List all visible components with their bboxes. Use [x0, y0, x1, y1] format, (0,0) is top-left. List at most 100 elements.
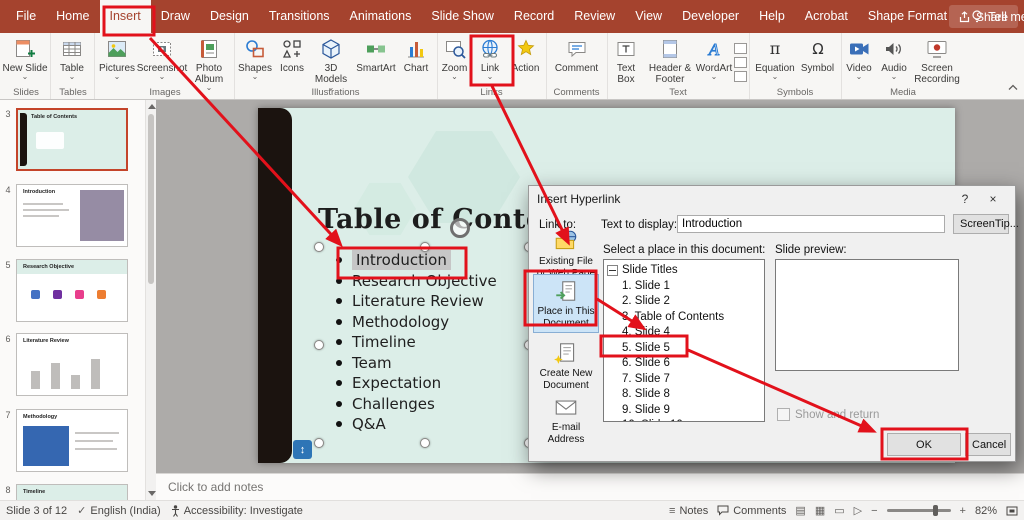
fit-to-window-button[interactable] — [1006, 505, 1018, 517]
tab-help[interactable]: Help — [749, 0, 795, 33]
selection-handle[interactable] — [420, 438, 430, 448]
selection-handle[interactable] — [314, 340, 324, 350]
wordart-button[interactable]: A WordArt — [695, 37, 733, 80]
option-create-new-document[interactable]: Create New Document — [533, 336, 599, 395]
tree-item-slide-6[interactable]: 6. Slide 6 — [604, 356, 764, 372]
cancel-button[interactable]: Cancel — [965, 433, 1011, 456]
table-button[interactable]: Table — [52, 37, 92, 80]
zoom-slider[interactable] — [886, 505, 951, 516]
share-button[interactable]: Share — [948, 5, 1018, 28]
slide-thumbnail-7[interactable]: Methodology — [16, 409, 128, 472]
dialog-title-bar[interactable]: Insert Hyperlink ? × — [529, 186, 1015, 211]
tab-record[interactable]: Record — [504, 0, 564, 33]
collapse-tree-icon[interactable] — [607, 265, 618, 277]
tab-file[interactable]: File — [6, 0, 46, 33]
show-and-return-checkbox[interactable]: Show and return — [777, 408, 879, 421]
zoom-button[interactable]: Zoom — [437, 37, 472, 80]
comments-toggle[interactable]: Comments — [717, 505, 786, 517]
tab-acrobat[interactable]: Acrobat — [795, 0, 858, 33]
date-time-button[interactable] — [733, 43, 747, 54]
dialog-help-button[interactable]: ? — [951, 192, 979, 206]
pictures-button[interactable]: Pictures — [96, 37, 138, 80]
tree-item-slide-1[interactable]: 1. Slide 1 — [604, 279, 764, 295]
normal-view-button[interactable]: ▤ — [795, 504, 805, 517]
tab-design[interactable]: Design — [200, 0, 259, 33]
bullet-text[interactable]: Challenges — [352, 395, 435, 413]
document-places-list[interactable]: Slide Titles 1. Slide 1 2. Slide 2 3. Ta… — [603, 259, 765, 422]
tab-insert[interactable]: Insert — [99, 0, 151, 33]
autofit-options-button[interactable]: ↕ — [293, 440, 312, 459]
tree-item-table-of-contents[interactable]: 3. Table of Contents — [604, 310, 764, 326]
bullet-text-highlighted[interactable]: Introduction — [352, 250, 451, 271]
3d-models-button[interactable]: 3D Models — [308, 37, 354, 91]
tree-item-slide-7[interactable]: 7. Slide 7 — [604, 372, 764, 388]
slide-thumbnail-6[interactable]: Literature Review — [16, 333, 128, 396]
option-email-address[interactable]: E-mail Address — [533, 390, 599, 449]
tab-developer[interactable]: Developer — [672, 0, 749, 33]
selection-handle[interactable] — [314, 242, 324, 252]
tree-item-slide-2[interactable]: 2. Slide 2 — [604, 294, 764, 310]
zoom-slider-thumb[interactable] — [932, 505, 938, 516]
photo-album-button[interactable]: Photo Album — [186, 37, 232, 91]
tab-transitions[interactable]: Transitions — [259, 0, 340, 33]
bullet-text[interactable]: Timeline — [352, 333, 416, 351]
slide-indicator[interactable]: Slide 3 of 12 — [6, 505, 67, 517]
slide-thumbnail-3[interactable]: Table of Contents — [16, 108, 128, 171]
slide-thumbnail-5[interactable]: Research Objective — [16, 259, 128, 322]
object-button[interactable] — [733, 71, 747, 82]
new-slide-button[interactable]: New Slide — [2, 37, 48, 80]
bullet-text[interactable]: Team — [352, 354, 392, 372]
bullet-text[interactable]: Literature Review — [352, 292, 484, 310]
zoom-in-button[interactable]: + — [960, 505, 966, 517]
symbol-button[interactable]: Ω Symbol — [798, 37, 838, 74]
equation-button[interactable]: π Equation — [753, 37, 798, 80]
tab-shape-format[interactable]: Shape Format — [858, 0, 957, 33]
zoom-out-button[interactable]: − — [871, 505, 877, 517]
ok-button[interactable]: OK — [887, 433, 961, 456]
text-box-button[interactable]: Text Box — [607, 37, 645, 85]
smartart-button[interactable]: SmartArt — [354, 37, 398, 74]
option-place-in-this-document[interactable]: Place in This Document — [533, 274, 599, 333]
notes-pane[interactable]: Click to add notes — [156, 473, 1024, 500]
bullet-text[interactable]: Expectation — [352, 374, 441, 392]
selection-handle[interactable] — [420, 242, 430, 252]
action-button[interactable]: Action — [508, 37, 543, 74]
screenshot-button[interactable]: Screenshot — [137, 37, 187, 80]
slide-number-button[interactable] — [733, 57, 747, 68]
bullet-text[interactable]: Methodology — [352, 313, 449, 331]
screen-recording-button[interactable]: Screen Recording — [911, 37, 963, 85]
link-button[interactable]: Link — [472, 37, 508, 80]
slideshow-button[interactable]: ▷ — [854, 504, 862, 517]
screentip-button[interactable]: ScreenTip... — [953, 214, 1019, 234]
chart-button[interactable]: Chart — [398, 37, 434, 74]
slide-thumbnail-8[interactable]: Timeline — [16, 484, 128, 500]
notes-toggle[interactable]: ≡ Notes — [669, 505, 708, 517]
tree-item-slide-4[interactable]: 4. Slide 4 — [604, 325, 764, 341]
tab-view[interactable]: View — [625, 0, 672, 33]
reading-view-button[interactable]: ▭ — [834, 504, 844, 517]
bullet-list[interactable]: Introduction Research Objective Literatu… — [336, 250, 497, 435]
shapes-button[interactable]: Shapes — [234, 37, 276, 80]
tree-item-slide-5[interactable]: 5. Slide 5 — [604, 341, 764, 357]
scroll-up-icon[interactable] — [148, 104, 156, 109]
bullet-text[interactable]: Q&A — [352, 415, 386, 433]
tab-draw[interactable]: Draw — [151, 0, 200, 33]
zoom-level[interactable]: 82% — [975, 505, 997, 517]
tree-item-slide-9[interactable]: 9. Slide 9 — [604, 403, 764, 419]
tab-review[interactable]: Review — [564, 0, 625, 33]
video-button[interactable]: Video — [841, 37, 877, 80]
text-to-display-input[interactable] — [677, 215, 945, 233]
tree-item-slide-10[interactable]: 10. Slide 10 — [604, 418, 764, 421]
dialog-close-button[interactable]: × — [979, 192, 1007, 206]
tab-home[interactable]: Home — [46, 0, 99, 33]
scroll-down-icon[interactable] — [148, 491, 156, 496]
thumbnail-scrollbar[interactable] — [145, 100, 156, 500]
collapse-ribbon-button[interactable] — [1008, 78, 1018, 96]
audio-button[interactable]: Audio — [877, 37, 911, 80]
scrollbar-thumb[interactable] — [148, 114, 154, 284]
comment-button[interactable]: Comment — [552, 37, 602, 74]
slide-sorter-view-button[interactable]: ▦ — [815, 504, 825, 517]
tree-item-slide-8[interactable]: 8. Slide 8 — [604, 387, 764, 403]
tab-animations[interactable]: Animations — [340, 0, 422, 33]
slide-thumbnail-4[interactable]: Introduction — [16, 184, 128, 247]
